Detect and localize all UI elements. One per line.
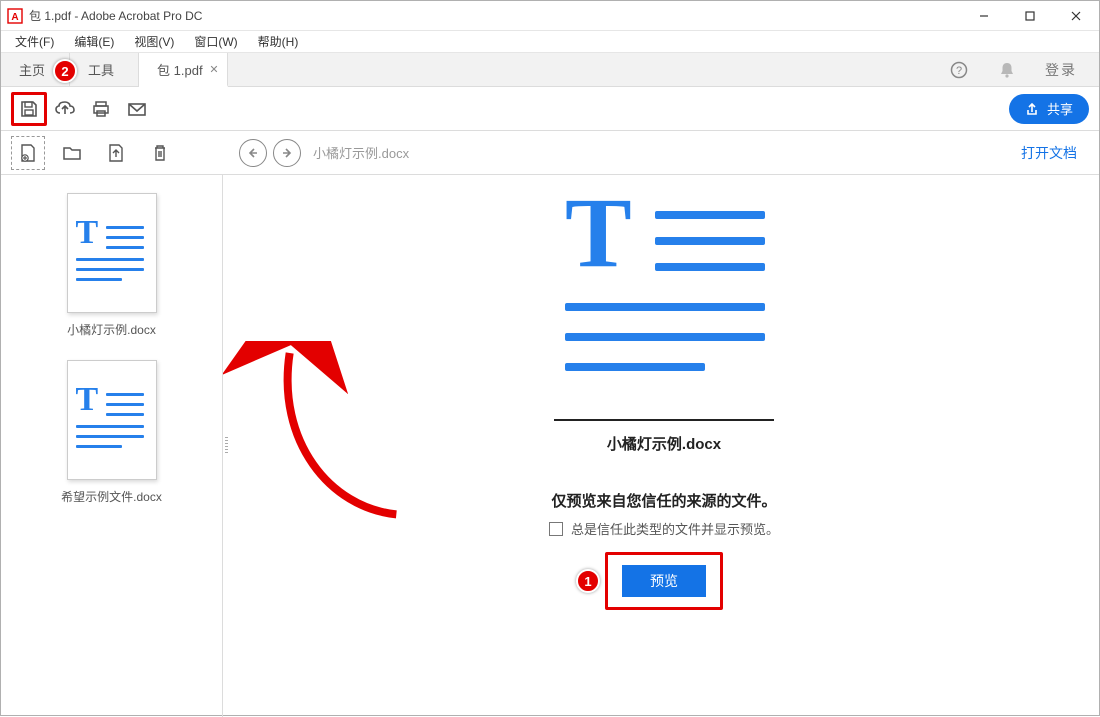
menu-view[interactable]: 视图(V) xyxy=(124,31,184,52)
nav-forward-button[interactable] xyxy=(273,139,301,167)
list-item[interactable]: T 小橘灯示例.docx xyxy=(52,193,172,338)
help-icon[interactable]: ? xyxy=(949,60,969,80)
window-title: 包 1.pdf - Adobe Acrobat Pro DC xyxy=(29,7,961,24)
file-label: 小橘灯示例.docx xyxy=(52,321,172,338)
mail-button[interactable] xyxy=(119,92,155,126)
tab-tools[interactable]: 工具 xyxy=(70,53,139,86)
nav-back-button[interactable] xyxy=(239,139,267,167)
file-label: 希望示例文件.docx xyxy=(52,488,172,505)
app-icon: A xyxy=(7,8,23,24)
sign-in-link[interactable]: 登录 xyxy=(1045,60,1077,80)
preview-doc-icon: T xyxy=(559,197,769,397)
minimize-button[interactable] xyxy=(961,1,1007,31)
preview-divider xyxy=(554,419,774,421)
share-icon xyxy=(1025,102,1039,116)
preview-filename: 小橘灯示例.docx xyxy=(607,433,721,454)
window-controls xyxy=(961,1,1099,31)
tab-row: 主页 工具 包 1.pdf ✕ ? 登录 xyxy=(1,53,1099,87)
file-thumbnail-icon: T xyxy=(67,193,157,313)
extract-file-button[interactable] xyxy=(99,136,133,170)
main-body: T 小橘灯示例.docx T xyxy=(1,175,1099,717)
share-button[interactable]: 共享 xyxy=(1009,94,1089,124)
tab-document-label: 包 1.pdf xyxy=(157,60,203,79)
menu-bar: 文件(F) 编辑(E) 视图(V) 窗口(W) 帮助(H) xyxy=(1,31,1099,53)
preview-button[interactable]: 预览 xyxy=(622,565,706,597)
close-button[interactable] xyxy=(1053,1,1099,31)
menu-file[interactable]: 文件(F) xyxy=(5,31,64,52)
title-bar: A 包 1.pdf - Adobe Acrobat Pro DC xyxy=(1,1,1099,31)
delete-button[interactable] xyxy=(143,136,177,170)
annotation-badge-1: 1 xyxy=(576,569,600,593)
tab-close-icon[interactable]: ✕ xyxy=(209,63,218,76)
breadcrumb: 小橘灯示例.docx xyxy=(313,143,409,162)
portfolio-file-list: T 小橘灯示例.docx T xyxy=(1,175,223,717)
sub-toolbar: 小橘灯示例.docx 打开文档 xyxy=(1,131,1099,175)
toolbar: 共享 xyxy=(1,87,1099,131)
preview-button-highlight: 1 预览 xyxy=(605,552,723,610)
share-button-label: 共享 xyxy=(1047,99,1073,118)
tab-document[interactable]: 包 1.pdf ✕ xyxy=(139,53,228,87)
svg-text:?: ? xyxy=(956,65,962,77)
preview-pane: T 小橘灯示例.docx 仅预览来自您信任的来源的文件。 总是信任此类型的文件并… xyxy=(229,175,1099,717)
folder-button[interactable] xyxy=(55,136,89,170)
trust-checkbox-row[interactable]: 总是信任此类型的文件并显示预览。 xyxy=(549,519,779,538)
print-button[interactable] xyxy=(83,92,119,126)
checkbox-icon[interactable] xyxy=(549,522,563,536)
notification-bell-icon[interactable] xyxy=(997,60,1017,80)
menu-window[interactable]: 窗口(W) xyxy=(184,31,247,52)
menu-edit[interactable]: 编辑(E) xyxy=(64,31,124,52)
svg-text:A: A xyxy=(11,12,18,23)
menu-help[interactable]: 帮助(H) xyxy=(248,31,309,52)
file-thumbnail-icon: T xyxy=(67,360,157,480)
add-file-button[interactable] xyxy=(11,136,45,170)
annotation-badge-2: 2 xyxy=(53,59,77,83)
cloud-upload-button[interactable] xyxy=(47,92,83,126)
list-item[interactable]: T 希望示例文件.docx xyxy=(52,360,172,505)
maximize-button[interactable] xyxy=(1007,1,1053,31)
open-document-link[interactable]: 打开文档 xyxy=(1021,143,1099,163)
trust-warning-heading: 仅预览来自您信任的来源的文件。 xyxy=(551,490,776,511)
trust-checkbox-label: 总是信任此类型的文件并显示预览。 xyxy=(571,519,779,538)
save-button[interactable] xyxy=(11,92,47,126)
